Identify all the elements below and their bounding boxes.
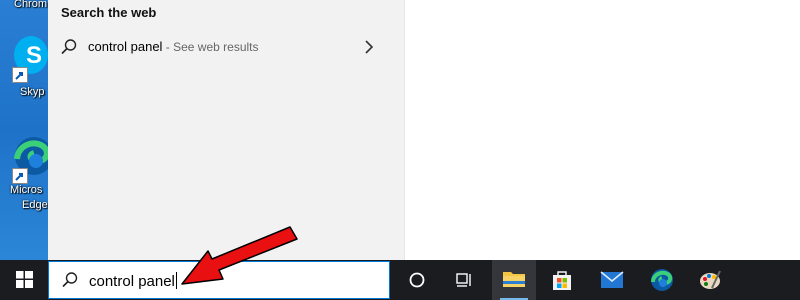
windows-icon: [16, 271, 33, 288]
task-view-button[interactable]: [442, 260, 486, 300]
desktop-icon-label-edge-line2: Edge: [22, 199, 48, 211]
task-view-icon: [456, 273, 471, 287]
search-input-value: control panel: [89, 273, 175, 290]
search-icon: [61, 271, 79, 294]
chevron-right-icon[interactable]: [364, 40, 374, 59]
preview-pane: [404, 0, 800, 260]
result-query: control panel: [88, 39, 163, 54]
search-icon: [60, 38, 78, 61]
desktop-icon-label-edge-line1: Micros: [10, 184, 43, 196]
result-subtitle: - See web results: [162, 40, 259, 54]
search-results-pane: Search the web control panel - See web r…: [48, 0, 404, 260]
skype-icon-letter: S: [26, 42, 43, 69]
desktop-icon-label-chrome: Chrom: [14, 0, 48, 10]
result-text: control panel - See web results: [88, 39, 259, 54]
shortcut-arrow-icon: [12, 67, 28, 83]
mail-icon: [600, 271, 624, 288]
section-title: Search the web: [61, 5, 157, 20]
edge-taskbar-button[interactable]: [640, 260, 684, 300]
store-button[interactable]: [540, 260, 584, 300]
paint-palette-icon: [700, 270, 721, 289]
desktop-icon-label-skype: Skyp: [20, 86, 45, 98]
desktop: Chrom S Skyp Micros Edge: [0, 0, 48, 260]
file-explorer-button[interactable]: [492, 260, 536, 300]
folder-icon: [503, 272, 525, 287]
mail-button[interactable]: [590, 260, 634, 300]
web-search-result[interactable]: control panel - See web results: [48, 30, 388, 64]
cortana-icon: [409, 272, 425, 288]
text-caret: [175, 272, 177, 289]
paint-button[interactable]: [688, 260, 732, 300]
edge-icon: [651, 269, 673, 291]
start-button[interactable]: [2, 260, 46, 300]
taskbar-search-box[interactable]: control panel: [48, 261, 390, 299]
search-input[interactable]: control panel: [89, 272, 177, 290]
cortana-button[interactable]: [395, 260, 439, 300]
store-icon: [553, 271, 571, 290]
shortcut-arrow-icon: [12, 168, 28, 184]
taskbar: control panel: [0, 260, 800, 300]
